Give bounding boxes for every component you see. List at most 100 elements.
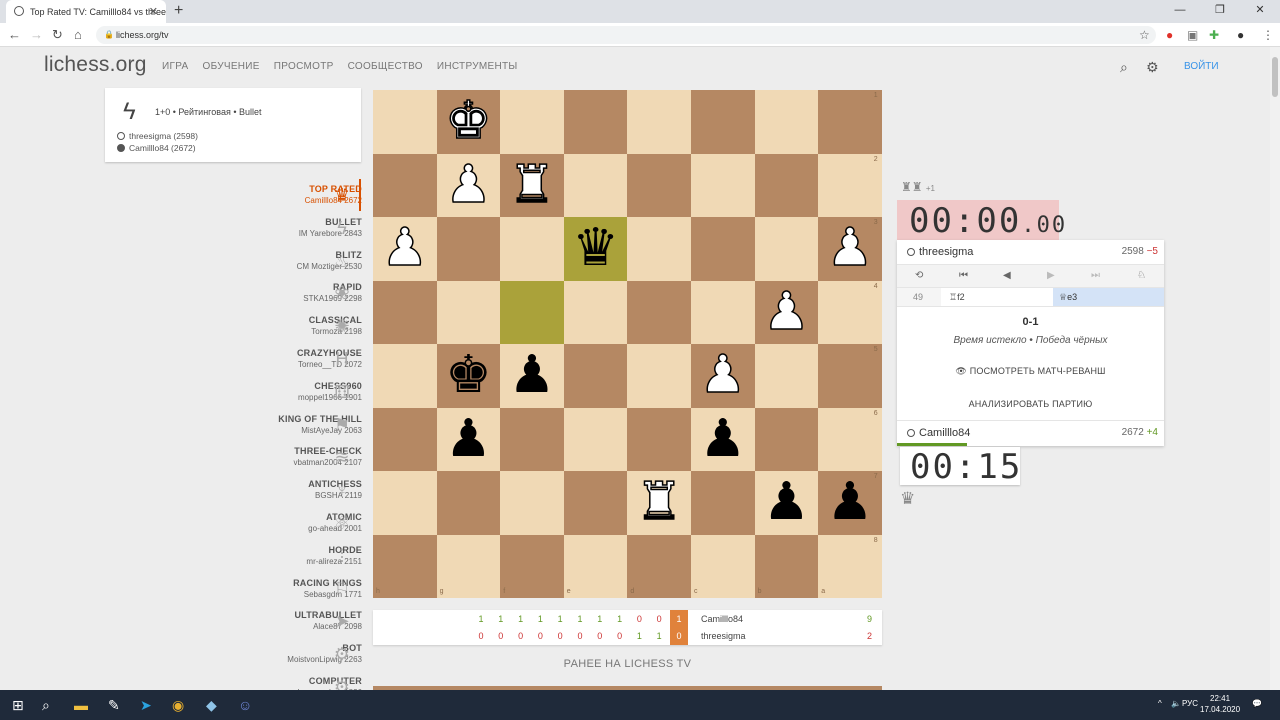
chess-board[interactable]: 1 2 3 4 5 6 7 8 h g f e d c b a ♚ ♟ ♜ ♟ ♛ ♟ ♟ ♚ ♟ ♟ ♟ ♟ ♜ ♟ ♟ [373,90,882,598]
menu-kebab-icon[interactable]: ⋮ [1262,28,1274,42]
tab-close-icon[interactable]: ✕ [149,5,158,18]
extension-green-icon[interactable]: ✚ [1209,28,1219,42]
board-square[interactable] [627,217,691,281]
score-cell[interactable]: 1 [633,631,645,641]
channel-icon[interactable]: ♨ [330,251,354,272]
board-square[interactable] [691,534,755,598]
score-cell[interactable]: 0 [594,631,606,641]
url-field[interactable]: 🔒 lichess.org/tv [96,26,1156,44]
board-square[interactable] [754,344,819,408]
black-piece[interactable]: ♟ [437,408,501,472]
score-cell[interactable]: 1 [534,614,546,624]
board-square[interactable] [563,280,628,344]
board-square[interactable] [754,217,819,281]
forward-arrow-icon[interactable]: → [30,27,43,42]
score-cell[interactable]: 0 [534,631,546,641]
white-piece[interactable]: ♟ [818,217,882,281]
flip-board-icon[interactable]: ⟲ [915,270,923,281]
first-move-icon[interactable]: ⏮ [959,270,968,281]
white-piece[interactable]: ♟ [437,154,501,218]
score-cell[interactable]: 1 [515,614,527,624]
board-square[interactable] [627,90,691,154]
board-square[interactable] [691,217,755,281]
board-square[interactable] [818,90,882,154]
black-piece[interactable]: ♟ [500,344,564,408]
nav-item-community[interactable]: СООБЩЕСТВО [348,61,423,72]
back-arrow-icon[interactable]: ← [8,27,21,42]
board-square[interactable] [691,280,755,344]
tray-arrow-icon[interactable]: ^ [1158,699,1162,708]
board-square[interactable] [500,90,564,154]
board-square[interactable] [627,407,691,471]
board-square[interactable] [563,153,628,217]
channel-icon[interactable]: ⚛ [330,513,354,534]
channel-icon[interactable]: ♆ [330,480,354,501]
file-explorer-icon[interactable]: ▬ [74,697,88,713]
score-cell[interactable]: 1 [475,614,487,624]
nav-item-learn[interactable]: ОБУЧЕНИЕ [202,61,259,72]
channel-icon[interactable]: ❀ [330,283,354,304]
score-cell[interactable]: 0 [515,631,527,641]
black-piece[interactable]: ♟ [691,408,755,472]
notification-icon[interactable]: 💬 [1252,699,1262,708]
board-square[interactable] [436,534,501,598]
scrollbar-thumb[interactable] [1272,57,1278,97]
telegram-icon[interactable]: ➤ [140,697,152,714]
score-cell[interactable]: 1 [495,614,507,624]
board-square[interactable] [500,471,564,535]
maximize-button[interactable]: ❐ [1200,0,1240,20]
top-player[interactable]: threesigma [907,246,973,258]
page-scrollbar[interactable] [1270,47,1280,690]
speaker-icon[interactable]: 🔈 [1171,699,1181,708]
board-square[interactable] [563,471,628,535]
site-logo[interactable]: lichess.org [44,53,147,77]
channel-icon[interactable]: ⚅ [330,382,354,403]
score-cell[interactable]: 0 [614,631,626,641]
score-cell[interactable]: 1 [574,614,586,624]
score-cell[interactable]: 1 [653,631,665,641]
score-cell[interactable]: 0 [554,631,566,641]
next-move-icon[interactable]: ▶ [1047,270,1055,281]
score-cell[interactable]: 0 [495,631,507,641]
channel-icon[interactable]: ⚑ [330,415,354,436]
channel-icon[interactable]: ⚙ [330,644,354,665]
board-square[interactable] [818,153,882,217]
app2-icon[interactable]: ◆ [206,697,217,714]
profile-avatar-icon[interactable]: ● [1237,28,1244,42]
channel-icon[interactable]: ✺ [330,316,354,337]
taskbar-clock[interactable]: 22:41 17.04.2020 [1200,693,1240,715]
channel-icon[interactable]: ≋ [330,447,354,468]
white-piece[interactable]: ♟ [691,344,755,408]
black-piece[interactable]: ♛ [564,217,628,281]
score-cell[interactable]: 0 [633,614,645,624]
opera-extension-icon[interactable]: ● [1166,28,1173,42]
board-square[interactable] [754,153,819,217]
score-cell[interactable]: 0 [475,631,487,641]
nav-item-watch[interactable]: ПРОСМОТР [274,61,334,72]
channel-icon[interactable]: ϟ [330,218,354,239]
nav-item-tools[interactable]: ИНСТРУМЕНТЫ [437,61,518,72]
board-square[interactable] [691,471,755,535]
white-move[interactable]: ♖f2 [949,292,965,303]
extension-icon[interactable]: ▣ [1187,28,1198,42]
board-square[interactable] [563,407,628,471]
highlighted-square[interactable] [500,280,564,344]
board-square[interactable] [500,407,564,471]
score-cell[interactable]: 1 [594,614,606,624]
black-piece[interactable]: ♚ [437,344,501,408]
channel-icon[interactable]: H [330,349,354,370]
channel-icon[interactable]: ⁞ [330,546,354,567]
search-taskbar-icon[interactable]: ⌕ [42,697,50,714]
gear-icon[interactable]: ⚙ [1146,59,1159,76]
score-player-1[interactable]: Camilllo84 [701,614,743,624]
board-square[interactable] [818,534,882,598]
channel-icon[interactable]: ♛ [330,185,354,206]
board-square[interactable] [627,153,691,217]
board-square[interactable] [373,280,437,344]
discord-icon[interactable]: ☺ [238,697,252,713]
nav-item-play[interactable]: ИГРА [162,61,188,72]
analyze-game-button[interactable]: АНАЛИЗИРОВАТЬ ПАРТИЮ [897,399,1164,409]
score-cell[interactable]: 0 [653,614,665,624]
bottom-player[interactable]: Camilllo84 [907,427,970,439]
board-square[interactable] [373,90,437,154]
